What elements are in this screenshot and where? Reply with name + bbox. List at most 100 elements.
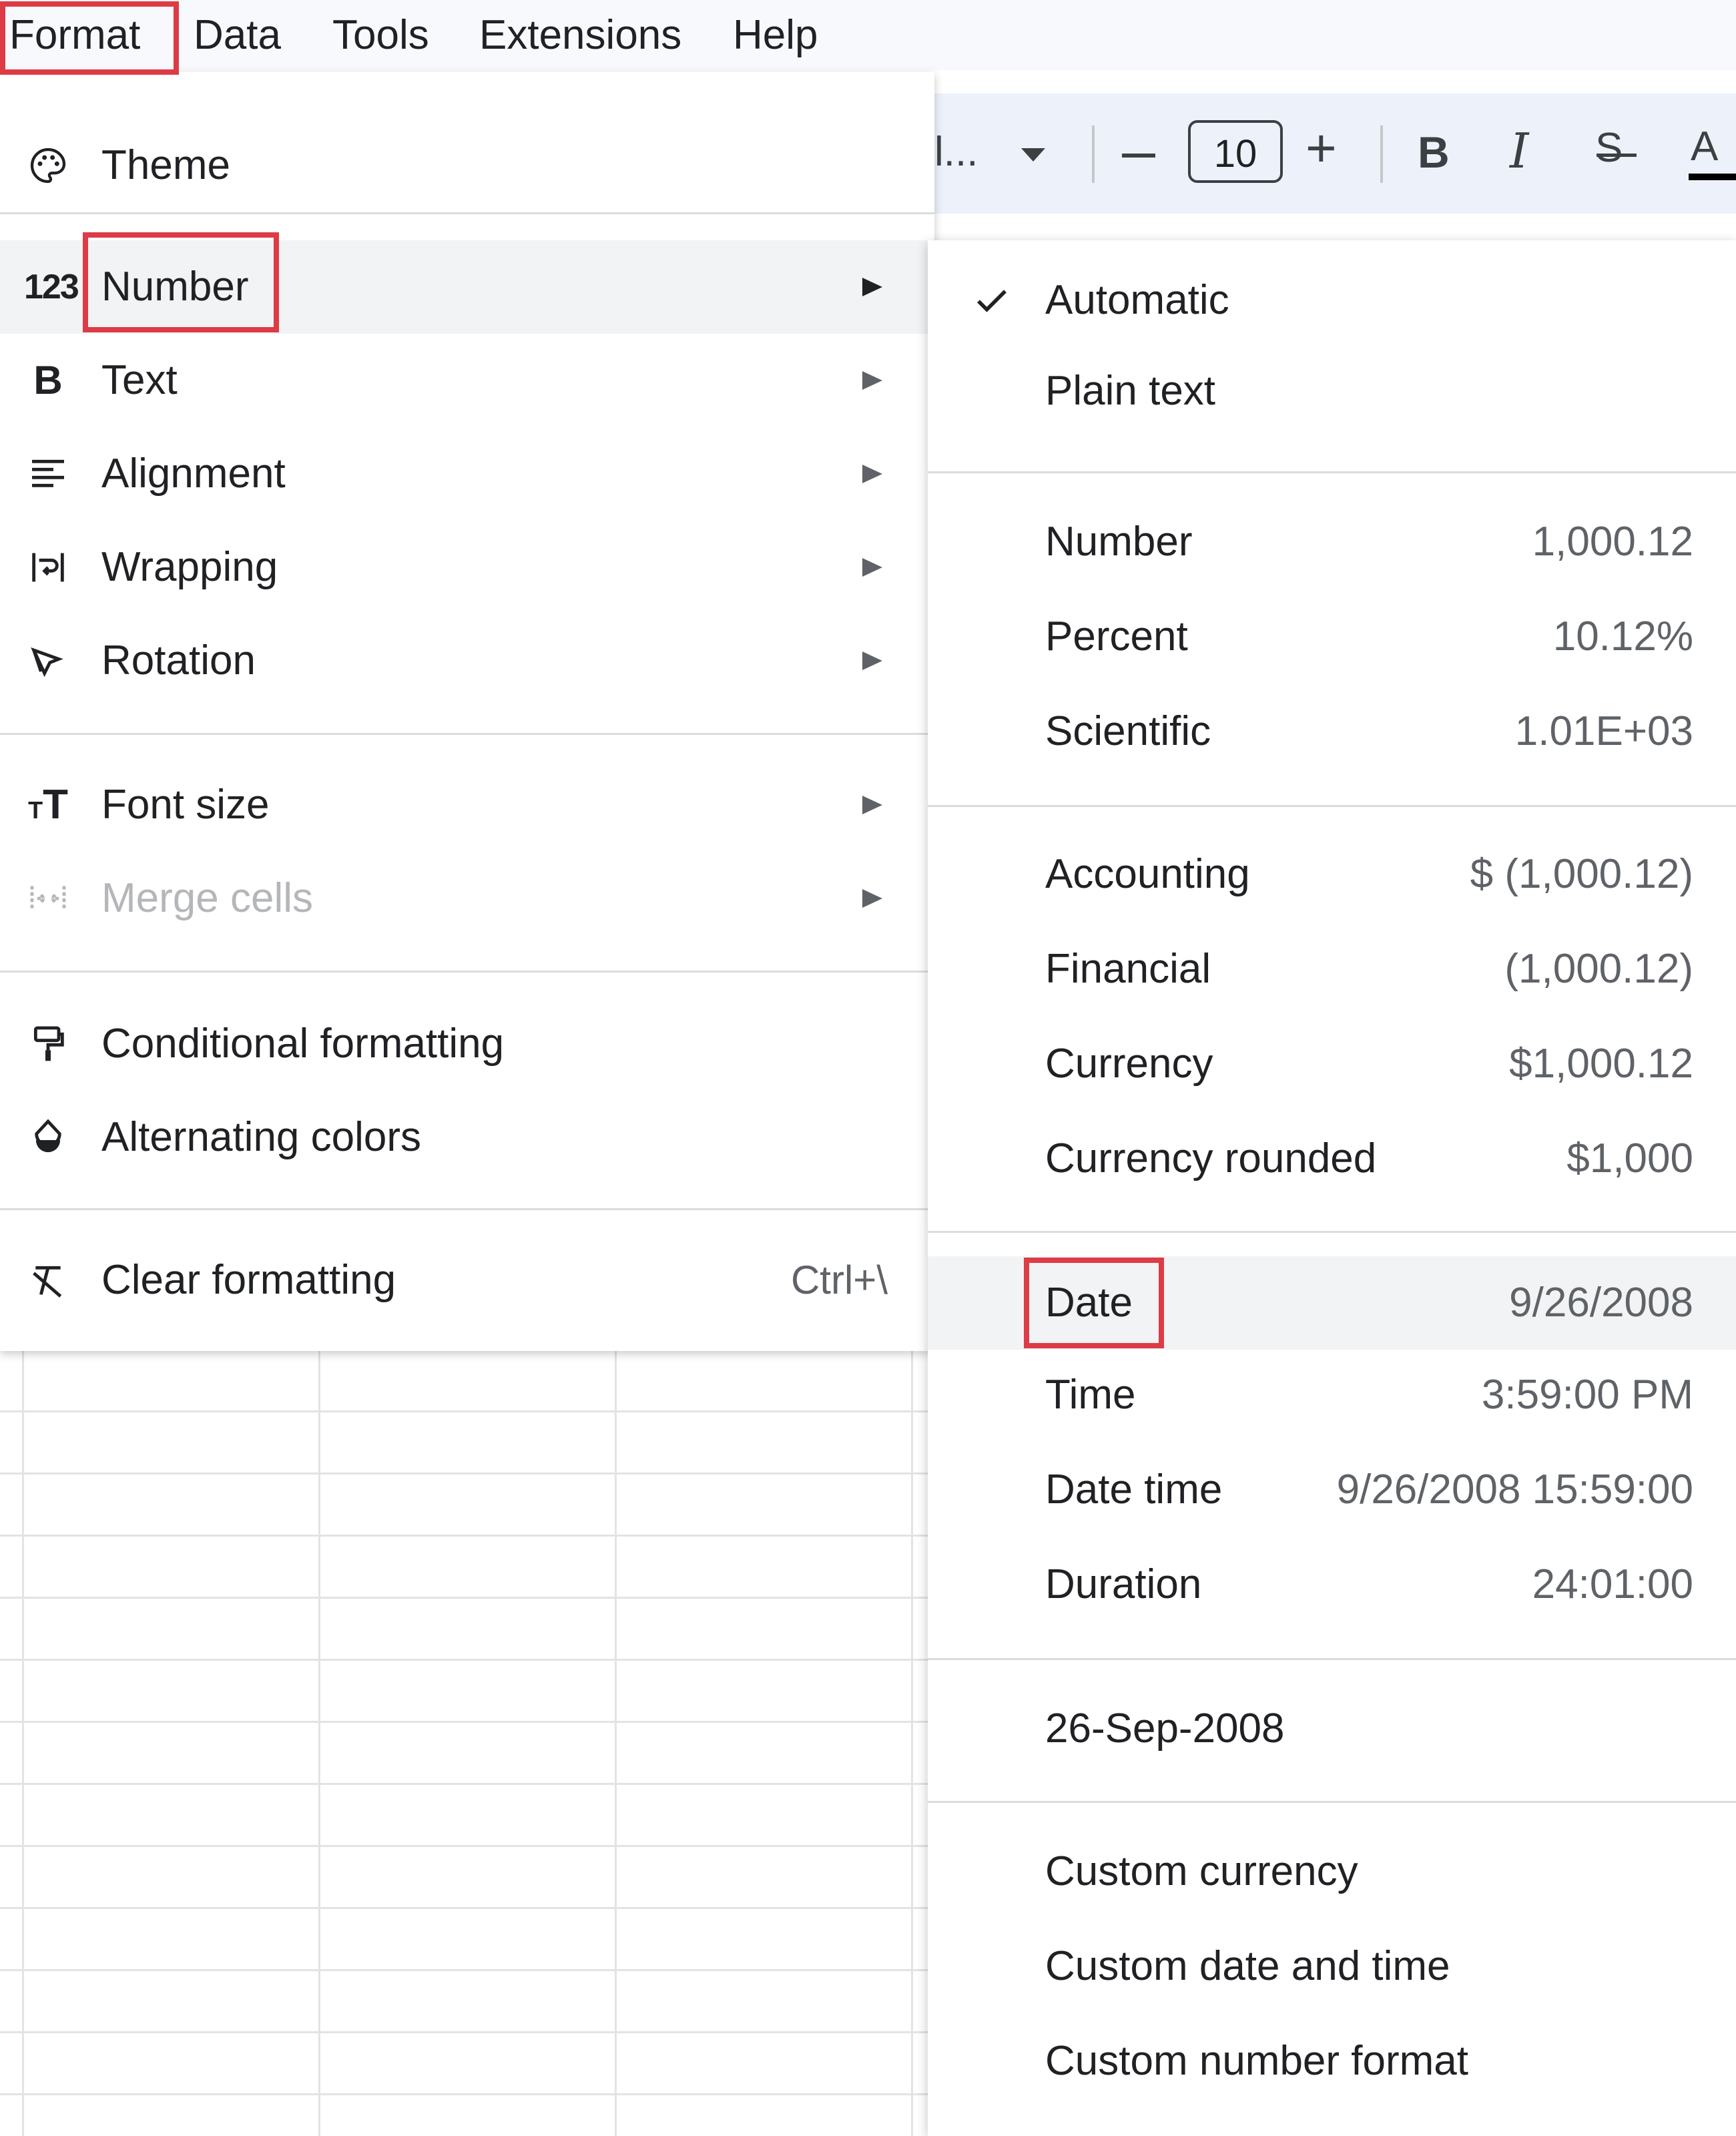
submenu-item-accounting[interactable]: Accounting $ (1,000.12) — [928, 828, 1736, 921]
submenu-arrow-icon — [862, 889, 882, 908]
menu-extensions[interactable]: Extensions — [479, 0, 681, 70]
format-example: 9/26/2008 — [1509, 1280, 1693, 1326]
submenu-item-label: Custom number format — [1045, 2038, 1468, 2084]
number-submenu: Automatic Plain text Number 1,000.12 Per… — [928, 240, 1736, 2136]
submenu-item-label: Accounting — [1045, 851, 1250, 897]
submenu-divider — [928, 471, 1736, 473]
format-example: $1,000 — [1566, 1135, 1693, 1181]
submenu-item-custom-date-time[interactable]: Custom date and time — [928, 1920, 1736, 2013]
menu-item-font-size[interactable]: TT Font size — [0, 758, 934, 852]
submenu-item-label: Percent — [1045, 613, 1188, 659]
align-left-icon — [24, 453, 72, 495]
decrease-font-size-button[interactable] — [1122, 154, 1155, 158]
submenu-arrow-icon — [862, 278, 882, 296]
strikethrough-button[interactable]: S — [1595, 124, 1623, 172]
number-123-icon: 123 — [24, 268, 79, 306]
wrap-text-icon — [24, 546, 72, 589]
submenu-divider — [928, 1658, 1736, 1660]
menu-item-label: Alternating colors — [101, 1114, 422, 1160]
shortcut-label: Ctrl+\ — [790, 1258, 888, 1302]
submenu-item-custom-number-format[interactable]: Custom number format — [928, 2015, 1736, 2108]
bold-icon: B — [33, 358, 63, 403]
submenu-item-date-time[interactable]: Date time 9/26/2008 15:59:00 — [928, 1443, 1736, 1537]
menu-help[interactable]: Help — [733, 0, 818, 70]
menu-divider — [0, 1208, 934, 1210]
menu-item-wrapping[interactable]: Wrapping — [0, 521, 934, 614]
submenu-item-label: Currency rounded — [1045, 1135, 1377, 1181]
submenu-item-currency[interactable]: Currency $1,000.12 — [928, 1017, 1736, 1111]
submenu-item-label: Date — [1045, 1280, 1133, 1326]
submenu-item-currency-rounded[interactable]: Currency rounded $1,000 — [928, 1112, 1736, 1206]
format-example: (1,000.12) — [1504, 946, 1693, 992]
submenu-item-percent[interactable]: Percent 10.12% — [928, 590, 1736, 684]
menu-item-label: Conditional formatting — [101, 1021, 505, 1067]
menu-item-label: Merge cells — [101, 875, 313, 921]
menu-item-label: Wrapping — [101, 544, 278, 590]
menu-item-clear-formatting[interactable]: Clear formatting Ctrl+\ — [0, 1234, 934, 1327]
menu-item-theme[interactable]: Theme — [0, 119, 934, 212]
bold-button[interactable]: B — [1418, 127, 1450, 178]
menu-item-conditional-formatting[interactable]: Conditional formatting — [0, 997, 934, 1091]
submenu-item-label: Custom currency — [1045, 1848, 1358, 1894]
submenu-item-label: Custom date and time — [1045, 1943, 1450, 1989]
submenu-item-label: Plain text — [1045, 368, 1216, 414]
submenu-item-financial[interactable]: Financial (1,000.12) — [928, 922, 1736, 1016]
submenu-item-date[interactable]: Date 9/26/2008 — [928, 1256, 1736, 1350]
toolbar-divider — [1380, 125, 1383, 183]
menu-item-label: Number — [101, 264, 249, 310]
paint-roller-icon — [24, 1023, 72, 1065]
format-example: $ (1,000.12) — [1470, 851, 1693, 897]
submenu-item-label: Date time — [1045, 1466, 1223, 1513]
chevron-down-icon[interactable] — [1021, 148, 1045, 162]
menu-item-label: Alignment — [101, 451, 286, 497]
format-example: 24:01:00 — [1532, 1561, 1693, 1607]
submenu-item-number[interactable]: Number 1,000.12 — [928, 495, 1736, 589]
submenu-item-custom-currency[interactable]: Custom currency — [928, 1825, 1736, 1918]
submenu-arrow-icon — [862, 796, 882, 814]
submenu-divider — [928, 805, 1736, 807]
submenu-divider — [928, 1801, 1736, 1803]
menu-item-rotation[interactable]: Rotation — [0, 614, 934, 708]
format-example: 9/26/2008 15:59:00 — [1336, 1466, 1693, 1513]
menu-tools[interactable]: Tools — [332, 0, 429, 70]
submenu-item-recent-date-format[interactable]: 26-Sep-2008 — [928, 1682, 1736, 1776]
submenu-item-duration[interactable]: Duration 24:01:00 — [928, 1538, 1736, 1631]
text-color-swatch — [1689, 174, 1736, 180]
menu-divider — [0, 971, 934, 973]
toolbar-divider — [1092, 125, 1095, 183]
toolbar: l... 10 + B I S A — [934, 93, 1736, 214]
checkmark-icon — [977, 290, 1006, 312]
submenu-item-plain-text[interactable]: Plain text — [928, 344, 1736, 438]
text-color-button[interactable]: A — [1691, 123, 1718, 170]
format-example: 1,000.12 — [1532, 519, 1693, 565]
text-rotation-icon — [24, 639, 72, 682]
menu-format[interactable]: Format — [9, 0, 140, 70]
format-example: $1,000.12 — [1509, 1041, 1693, 1087]
menu-item-number[interactable]: 123 Number — [0, 240, 934, 334]
submenu-item-automatic[interactable]: Automatic — [928, 254, 1736, 347]
menu-item-alignment[interactable]: Alignment — [0, 427, 934, 521]
font-family-select[interactable]: l... — [934, 128, 978, 176]
sheet-grid[interactable] — [0, 1348, 934, 2136]
font-size-input[interactable]: 10 — [1188, 120, 1283, 183]
menu-bar: Format Data Tools Extensions Help — [0, 0, 1736, 70]
palette-icon — [24, 144, 72, 187]
submenu-divider — [928, 1231, 1736, 1233]
format-menu: Theme 123 Number B Text Alignment Wrappi… — [0, 72, 934, 1351]
menu-item-text[interactable]: B Text — [0, 334, 934, 427]
increase-font-size-button[interactable]: + — [1306, 117, 1337, 179]
submenu-item-label: 26-Sep-2008 — [1045, 1705, 1285, 1752]
menu-item-alternating-colors[interactable]: Alternating colors — [0, 1091, 934, 1184]
italic-button[interactable]: I — [1510, 123, 1528, 179]
menu-item-label: Text — [101, 357, 178, 403]
menu-item-label: Theme — [101, 142, 230, 188]
submenu-item-scientific[interactable]: Scientific 1.01E+03 — [928, 685, 1736, 778]
submenu-item-label: Financial — [1045, 946, 1211, 992]
format-example: 1.01E+03 — [1514, 708, 1693, 754]
menu-data[interactable]: Data — [194, 0, 281, 70]
menu-divider — [0, 212, 934, 214]
submenu-item-label: Time — [1045, 1372, 1136, 1418]
submenu-item-time[interactable]: Time 3:59:00 PM — [928, 1348, 1736, 1442]
submenu-arrow-icon — [862, 465, 882, 483]
menu-item-label: Font size — [101, 782, 270, 828]
